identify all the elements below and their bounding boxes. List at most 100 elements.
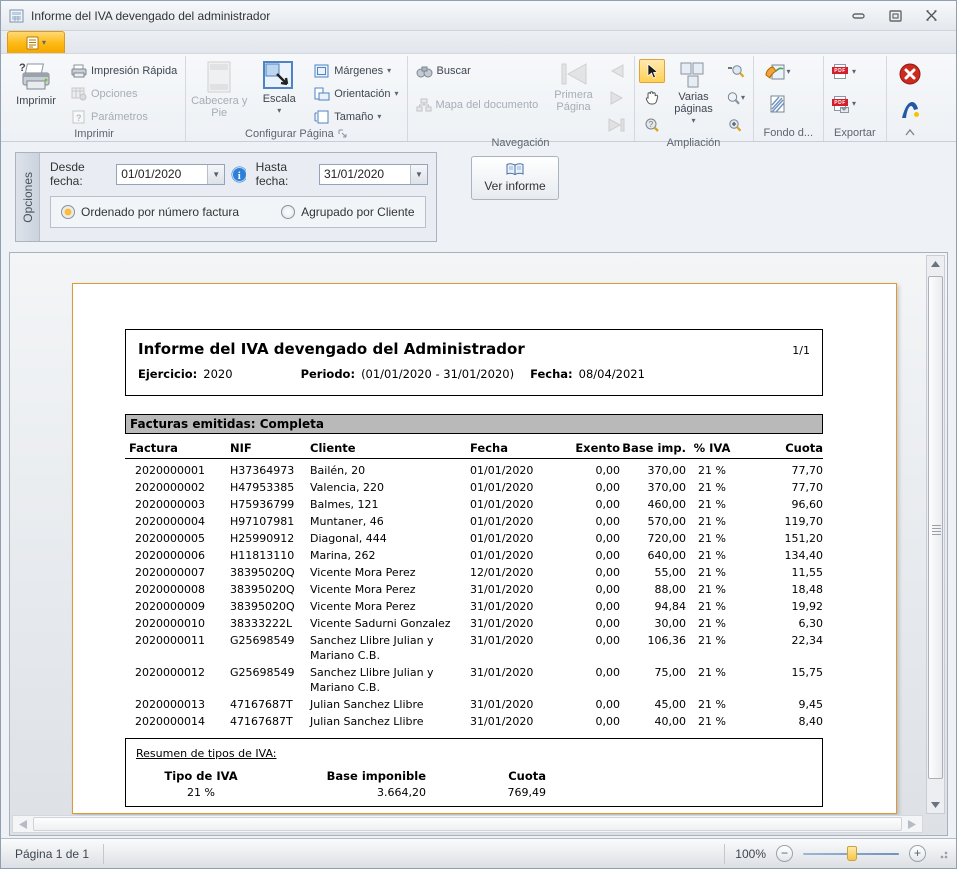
- ribbon-group-exportar: PDF ▾ PDF ▾ Exportar: [824, 56, 887, 141]
- triangle-right-icon: [908, 820, 916, 829]
- pointer-tool-button[interactable]: [639, 59, 665, 83]
- table-row: 202000000738395020QVicente Mora Perez12/…: [125, 565, 823, 580]
- ribbon: ? Imprimir Impresión Rápida: [1, 54, 956, 142]
- radio-order-by-invoice[interactable]: Ordenado por número factura: [61, 205, 239, 219]
- triangle-down-icon: [931, 802, 940, 808]
- export-document-button[interactable]: PDF ▾: [828, 62, 860, 82]
- zoom-level-button[interactable]: ▾: [723, 86, 749, 110]
- from-date-input[interactable]: [117, 165, 207, 184]
- application-menu-button[interactable]: ▾: [7, 31, 65, 53]
- zoom-in-button[interactable]: [723, 113, 749, 137]
- next-page-button: [604, 86, 630, 110]
- group-label-exportar: Exportar: [828, 124, 882, 141]
- zoom-in-icon: [727, 118, 745, 133]
- zoom-in-stepper[interactable]: +: [909, 845, 926, 862]
- quick-printer-icon: [71, 64, 87, 78]
- pointer-icon: [645, 63, 659, 79]
- group-label-imprimir: Imprimir: [7, 127, 181, 141]
- vertical-scrollbar[interactable]: [926, 255, 945, 814]
- chevron-down-icon[interactable]: ▼: [410, 165, 427, 184]
- page-color-button[interactable]: ▾: [758, 60, 798, 84]
- zoom-percentage-label: 100%: [735, 847, 766, 861]
- orientation-icon: [314, 87, 330, 101]
- horizontal-scrollbar[interactable]: [12, 815, 923, 833]
- scale-icon: [263, 61, 295, 91]
- document-map-icon: [416, 98, 432, 112]
- hand-icon: [644, 90, 660, 106]
- zoom-slider[interactable]: [803, 845, 899, 863]
- from-date-combobox[interactable]: ▼: [116, 164, 225, 185]
- table-row: 2020000004H97107981Muntaner, 4601/01/202…: [125, 514, 823, 529]
- next-page-icon: [609, 91, 625, 105]
- zoom-out-button[interactable]: [723, 59, 749, 83]
- table-row: 202000001447167687TJulian Sanchez Llibre…: [125, 714, 823, 729]
- zoom-out-stepper[interactable]: −: [776, 845, 793, 862]
- svg-text:?: ?: [19, 62, 26, 74]
- ribbon-group-fondo: ▾ Fondo d...: [754, 56, 825, 141]
- multiple-pages-button[interactable]: Varias páginas ▾: [667, 58, 721, 125]
- collapse-ribbon-icon[interactable]: [904, 128, 916, 137]
- last-page-button: [604, 113, 630, 137]
- restore-button[interactable]: [884, 8, 906, 24]
- table-row: 2020000011G25698549Sanchez Llibre Julian…: [125, 633, 823, 663]
- table-row: 2020000006H11813110Marina, 26201/01/2020…: [125, 548, 823, 563]
- table-row: 2020000001H37364973Bailén, 2001/01/2020 …: [125, 463, 823, 478]
- scale-button[interactable]: Escala ▾: [250, 58, 308, 122]
- binoculars-icon: [416, 65, 433, 78]
- view-report-button[interactable]: Ver informe: [471, 156, 559, 200]
- vertical-scroll-thumb[interactable]: [928, 276, 943, 779]
- table-row: 2020000003H75936799Balmes, 12101/01/2020…: [125, 497, 823, 512]
- magnifier-tool-button[interactable]: ?: [639, 113, 665, 137]
- svg-text:i: i: [238, 170, 241, 182]
- print-preview-window: Informe del IVA devengado del administra…: [0, 0, 957, 869]
- table-row: 2020000012G25698549Sanchez Llibre Julian…: [125, 665, 823, 695]
- table-row: 202000000938395020QVicente Mora Perez31/…: [125, 599, 823, 614]
- dialog-launcher-icon[interactable]: [338, 129, 348, 139]
- chevron-down-icon: ▾: [691, 117, 695, 125]
- margins-button[interactable]: Márgenes▾: [310, 61, 402, 81]
- watermark-button[interactable]: [758, 92, 798, 116]
- page-color-icon: [764, 63, 786, 81]
- search-button[interactable]: Buscar: [412, 61, 544, 81]
- agencia-tributaria-button[interactable]: [897, 98, 923, 122]
- table-row: 202000000838395020QVicente Mora Perez31/…: [125, 582, 823, 597]
- minimize-button[interactable]: [848, 8, 870, 24]
- resize-grip[interactable]: [938, 849, 948, 859]
- report-meta: Ejercicio:2020 Periodo:(01/01/2020 - 31/…: [138, 367, 810, 381]
- options-panel-tab[interactable]: Opciones: [16, 153, 40, 241]
- parameters-icon: ?: [71, 110, 87, 124]
- orientation-button[interactable]: Orientación▾: [310, 84, 402, 104]
- horizontal-scroll-thumb[interactable]: [33, 817, 902, 831]
- radio-unselected-icon: [281, 205, 295, 219]
- invoice-table-header: Factura NIF Cliente Fecha Exento Base im…: [125, 441, 823, 459]
- first-page-icon: [559, 61, 589, 87]
- ribbon-group-ampliacion: ? Varias páginas ▾ ▾: [635, 56, 754, 141]
- summary-col-cuota: Cuota: [426, 769, 546, 783]
- group-label-fondo: Fondo d...: [758, 124, 820, 141]
- scroll-up-button[interactable]: [927, 256, 944, 272]
- to-date-combobox[interactable]: ▼: [319, 164, 428, 185]
- info-icon: i: [231, 166, 245, 183]
- chevron-down-icon: ▾: [277, 107, 281, 115]
- document-preview-area[interactable]: Informe del IVA devengado del Administra…: [9, 252, 948, 836]
- close-button[interactable]: [920, 8, 942, 24]
- scroll-down-button[interactable]: [927, 797, 944, 813]
- print-button[interactable]: ? Imprimir: [7, 58, 65, 122]
- page-size-button[interactable]: Tamaño▾: [310, 107, 402, 127]
- close-preview-button[interactable]: [897, 62, 923, 86]
- ribbon-group-navegacion: Buscar Mapa del documento Primera Página: [408, 56, 635, 141]
- multiple-pages-icon: [679, 61, 709, 89]
- options-panel: Opciones Desde fecha: ▼ i Hasta fecha: ▼: [15, 152, 437, 242]
- table-row: 202000001038333222LVicente Sadurni Gonza…: [125, 616, 823, 631]
- send-document-button[interactable]: PDF ▾: [828, 94, 860, 114]
- zoom-slider-thumb[interactable]: [847, 846, 857, 861]
- to-date-input[interactable]: [320, 165, 410, 184]
- hand-tool-button[interactable]: [639, 86, 665, 110]
- report-page-indicator: 1/1: [792, 344, 810, 357]
- quick-print-button[interactable]: Impresión Rápida: [67, 61, 181, 81]
- radio-group-by-client[interactable]: Agrupado por Cliente: [281, 205, 414, 219]
- svg-text:?: ?: [76, 113, 82, 123]
- chevron-down-icon[interactable]: ▼: [207, 165, 224, 184]
- export-pdf-icon: PDF: [832, 64, 848, 80]
- invoice-table-body: 2020000001H37364973Bailén, 2001/01/2020 …: [125, 463, 823, 729]
